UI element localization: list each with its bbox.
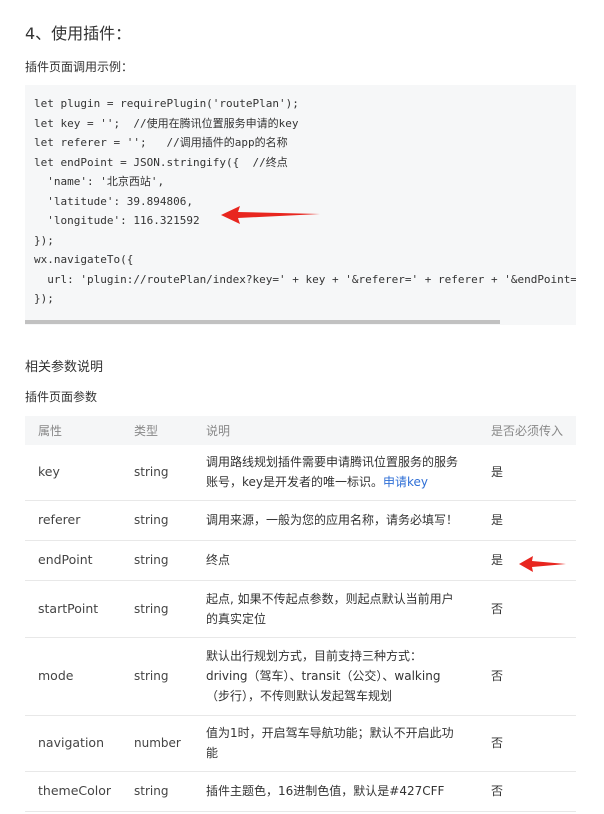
param-desc: 默认出行规划方式，目前支持三种方式：driving（驾车）、transit（公交… (193, 637, 478, 716)
table-row: navigation number 值为1时，开启驾车导航功能；默认不开启此功能… (25, 715, 576, 772)
param-name: endPoint (25, 540, 121, 581)
table-row: referer string 调用来源，一般为您的应用名称，请务必填写！ 是 (25, 500, 576, 541)
code-line: }); (34, 233, 54, 247)
param-required: 是 (478, 445, 576, 501)
code-line: let key = ''; //使用在腾讯位置服务申请的key (34, 116, 299, 130)
param-type: string (121, 540, 193, 581)
param-required: 是 (478, 500, 576, 541)
param-required: 否 (478, 771, 576, 812)
table-row: themeColor string 插件主题色，16进制色值，默认是#427CF… (25, 771, 576, 812)
param-name: themeColor (25, 771, 121, 812)
table-row: startPoint string 起点, 如果不传起点参数，则起点默认当前用户… (25, 580, 576, 638)
param-name: startPoint (25, 580, 121, 638)
param-type: number (121, 715, 193, 772)
param-name: key (25, 445, 121, 501)
code-line: let referer = ''; //调用插件的app的名称 (34, 136, 288, 149)
code-horizontal-scrollbar[interactable] (25, 320, 500, 324)
param-required: 否 (478, 580, 576, 638)
param-name: referer (25, 500, 121, 541)
param-desc: 起点, 如果不传起点参数，则起点默认当前用户的真实定位 (193, 580, 478, 638)
param-type: string (121, 580, 193, 638)
params-table: 属性 类型 说明 是否必须传入 key string 调用路线规划插件需要申请腾… (25, 416, 576, 812)
code-line: let endPoint = JSON.stringify({ //终点 (34, 155, 288, 169)
param-required: 否 (478, 715, 576, 772)
red-arrow-icon (519, 556, 566, 572)
column-header: 是否必须传入 (478, 416, 576, 445)
param-name: navigation (25, 715, 121, 772)
param-name: mode (25, 637, 121, 716)
param-type: string (121, 637, 193, 716)
section-heading: 4、使用插件： (25, 24, 132, 43)
param-required: 否 (478, 637, 576, 716)
column-header: 类型 (121, 416, 193, 445)
table-header-row: 属性 类型 说明 是否必须传入 (25, 416, 576, 445)
param-desc: 终点 (193, 540, 478, 581)
param-type: string (121, 500, 193, 541)
param-type: string (121, 445, 193, 501)
column-header: 说明 (193, 416, 478, 445)
red-arrow-icon (221, 206, 320, 224)
param-desc: 插件主题色，16进制色值，默认是#427CFF (193, 771, 478, 812)
params-section-title: 相关参数说明 (25, 360, 104, 375)
params-table-caption: 插件页面参数 (25, 390, 98, 404)
code-example-caption: 插件页面调用示例： (25, 60, 134, 74)
code-line: }); (34, 292, 54, 305)
param-desc: 值为1时，开启驾车导航功能；默认不开启此功能 (193, 715, 478, 772)
table-row: endPoint string 终点 是 (25, 540, 576, 581)
param-desc: 调用来源，一般为您的应用名称，请务必填写！ (193, 500, 478, 541)
param-type: string (121, 771, 193, 812)
code-line: url: 'plugin://routePlan/index?key=' + k… (47, 272, 576, 286)
code-line: let plugin = requirePlugin('routePlan'); (34, 97, 299, 110)
code-content: let plugin = requirePlugin('routePlan');… (34, 94, 576, 309)
table-row: mode string 默认出行规划方式，目前支持三种方式：driving（驾车… (25, 637, 576, 716)
param-desc: 调用路线规划插件需要申请腾讯位置服务的服务账号，key是开发者的唯一标识。申请k… (193, 445, 478, 501)
code-line: 'name': '北京西站', (34, 175, 165, 188)
column-header: 属性 (25, 416, 121, 445)
apply-key-link[interactable]: 申请key (383, 475, 428, 489)
table-row: key string 调用路线规划插件需要申请腾讯位置服务的服务账号，key是开… (25, 445, 576, 501)
code-line: wx.navigateTo({ (34, 253, 134, 266)
